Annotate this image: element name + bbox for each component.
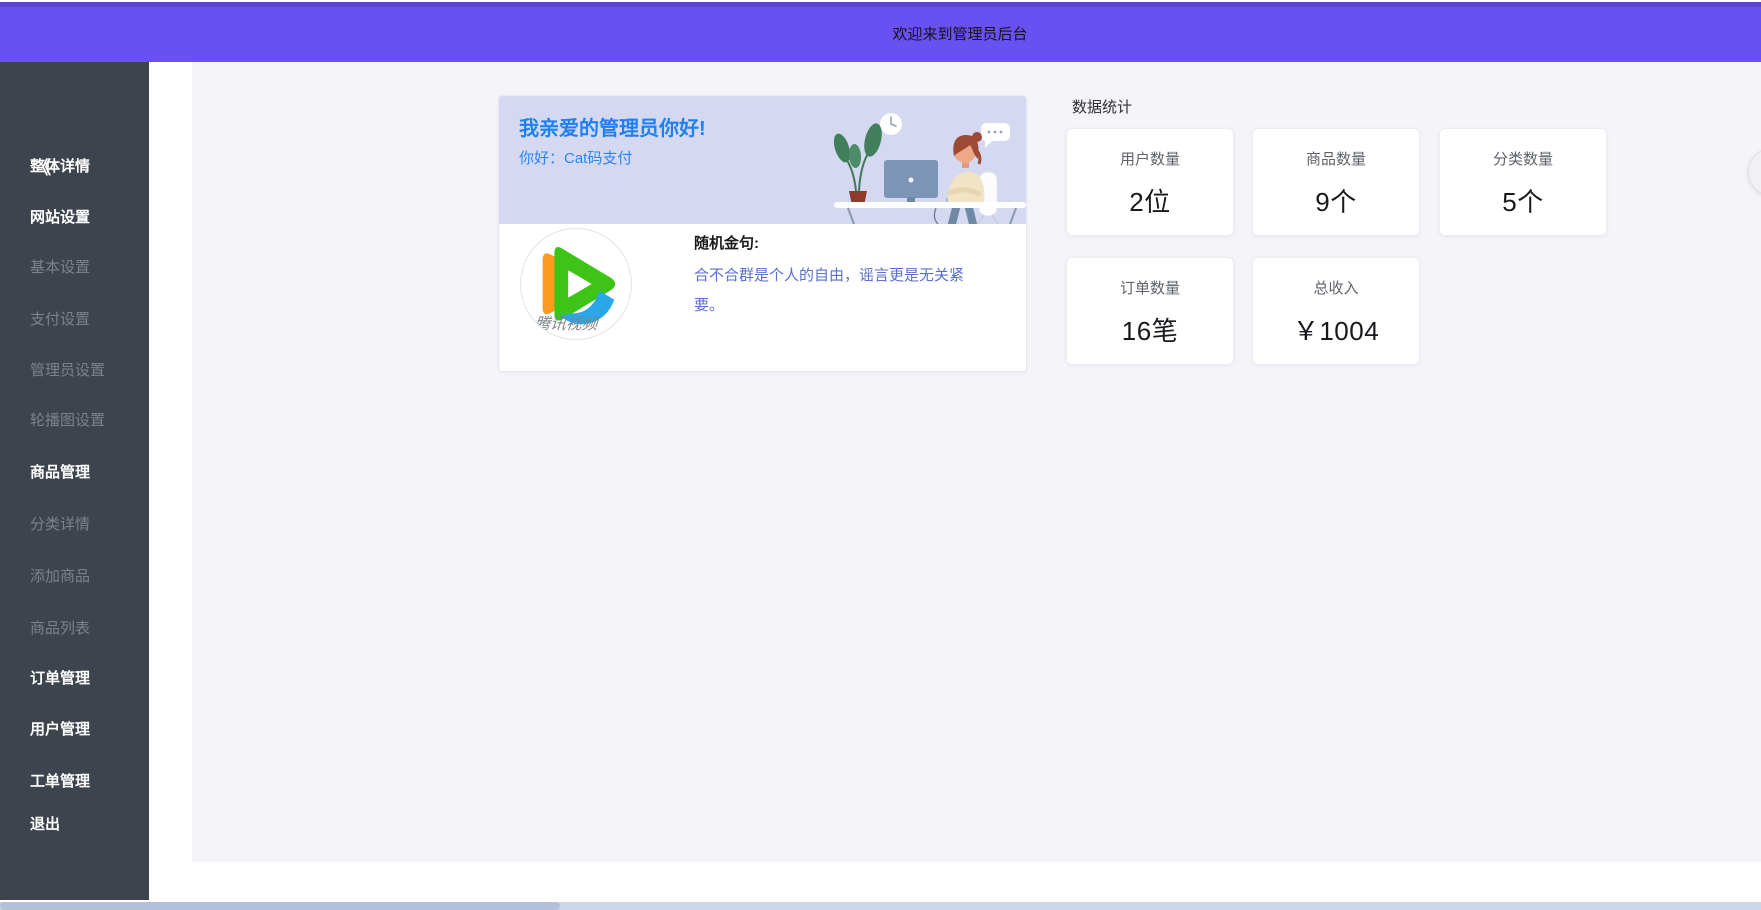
stats-section-title: 数据统计 [1072,96,1132,117]
stat-label: 总收入 [1253,277,1419,298]
sidebar-item-order-mgmt[interactable]: 订单管理 [30,669,90,689]
welcome-subtitle: 你好：Cat码支付 [519,147,632,168]
sidebar-item-product-list[interactable]: 商品列表 [30,619,90,639]
quote-heading: 随机金句: [694,232,759,253]
tencent-video-logo-icon: 腾讯视频 [520,228,632,340]
stat-value: 9个 [1253,182,1419,219]
horizontal-scrollbar[interactable] [0,902,1761,910]
stat-value: 5个 [1440,182,1606,219]
page-title: 欢迎来到管理员后台 [892,7,1027,62]
stat-label: 订单数量 [1067,277,1233,298]
sidebar: 《 整体详情 网站设置 基本设置 支付设置 管理员设置 轮播图设置 商品管理 分… [0,62,149,900]
welcome-title: 我亲爱的管理员你好! [519,112,706,141]
stat-label: 分类数量 [1440,148,1606,169]
welcome-hero: 我亲爱的管理员你好! 你好：Cat码支付 [499,96,1026,224]
svg-text:腾讯视频: 腾讯视频 [534,315,602,333]
sidebar-item-overview[interactable]: 整体详情 [30,157,90,177]
stat-card-orders: 订单数量 16笔 [1066,257,1234,365]
quote-text: 合不合群是个人的自由，谣言更是无关紧要。 [694,261,976,321]
stat-value: 16笔 [1067,311,1233,348]
scrollbar-thumb[interactable] [0,902,560,910]
sidebar-item-user-mgmt[interactable]: 用户管理 [30,720,90,740]
sidebar-item-add-product[interactable]: 添加商品 [30,567,90,587]
stat-value: ￥1004 [1253,311,1419,348]
stat-card-revenue: 总收入 ￥1004 [1252,257,1420,365]
sidebar-item-payment-settings[interactable]: 支付设置 [30,310,90,330]
stat-card-categories: 分类数量 5个 [1439,128,1607,236]
stat-label: 用户数量 [1067,148,1233,169]
sidebar-item-category-detail[interactable]: 分类详情 [30,515,90,535]
sidebar-item-admin-settings[interactable]: 管理员设置 [30,361,105,381]
stat-card-products: 商品数量 9个 [1252,128,1420,236]
stat-card-users: 用户数量 2位 [1066,128,1234,236]
stat-label: 商品数量 [1253,148,1419,169]
sidebar-item-site-settings[interactable]: 网站设置 [30,208,90,228]
sidebar-item-basic-settings[interactable]: 基本设置 [30,258,90,278]
woman-at-desk-illustration-icon [726,96,1026,224]
sidebar-item-logout[interactable]: 退出 [30,815,60,835]
stat-value: 2位 [1067,182,1233,219]
welcome-card: 我亲爱的管理员你好! 你好：Cat码支付 [498,95,1027,372]
sidebar-item-product-mgmt[interactable]: 商品管理 [30,463,90,483]
sidebar-item-carousel-settings[interactable]: 轮播图设置 [30,411,105,431]
topbar: 欢迎来到管理员后台 [0,2,1761,62]
sidebar-item-ticket-mgmt[interactable]: 工单管理 [30,772,90,792]
